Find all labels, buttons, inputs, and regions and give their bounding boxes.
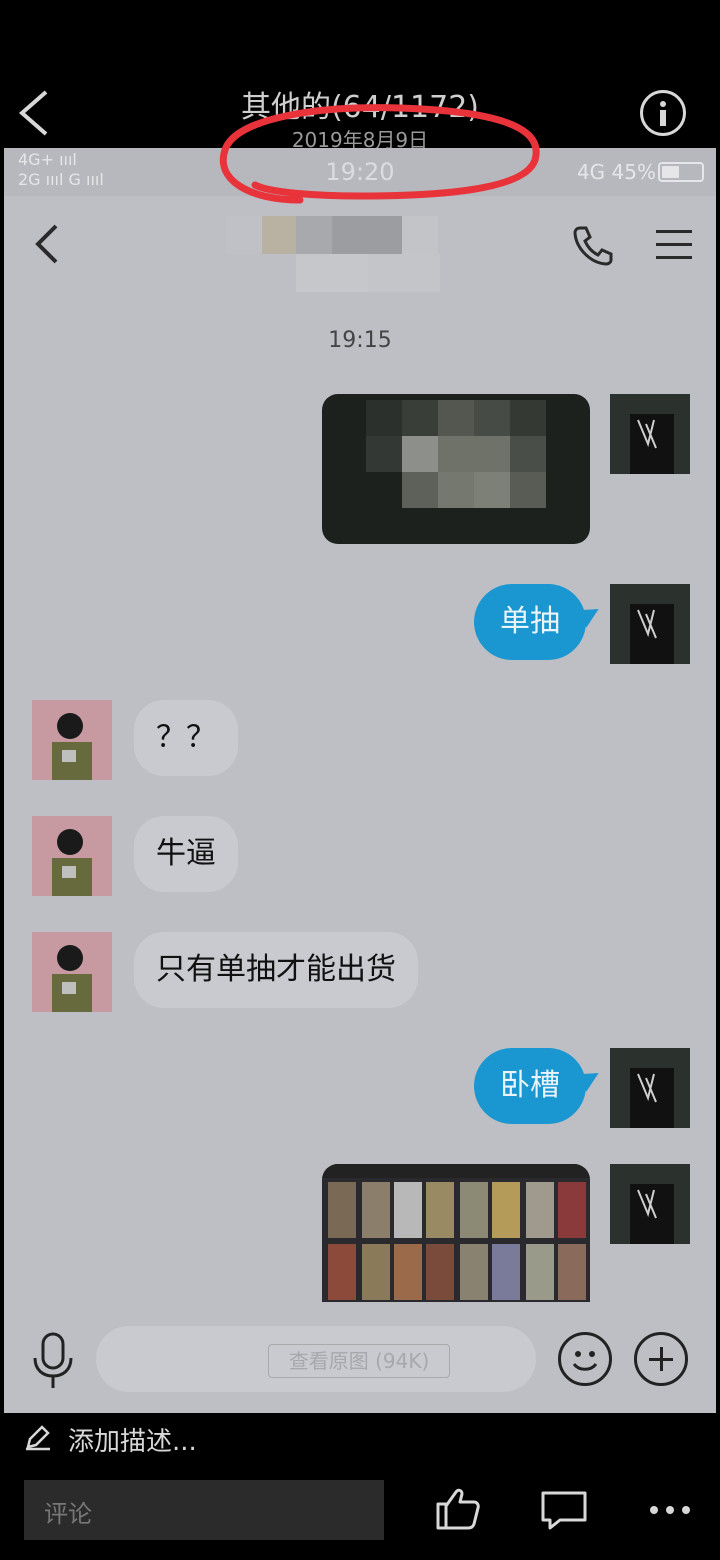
my-avatar[interactable] bbox=[610, 394, 690, 474]
description-row[interactable]: 添加描述... bbox=[0, 1413, 720, 1465]
my-avatar[interactable] bbox=[610, 1048, 690, 1128]
viewer-title: 其他的(64/1172) bbox=[240, 90, 480, 125]
chat-header bbox=[4, 196, 716, 296]
message-bubble-in[interactable]: ？？ bbox=[134, 700, 238, 776]
chat-time-divider: 19:15 bbox=[328, 328, 392, 353]
message-bubble-in[interactable]: 牛逼 bbox=[134, 816, 238, 892]
message-bubble-out[interactable]: 单抽 bbox=[474, 584, 586, 660]
emoji-icon[interactable] bbox=[558, 1332, 612, 1386]
view-original-button[interactable]: 查看原图 (94K) bbox=[268, 1344, 450, 1378]
comment-icon[interactable] bbox=[540, 1490, 588, 1530]
add-description-label: 添加描述... bbox=[68, 1427, 197, 1457]
microphone-icon[interactable] bbox=[30, 1332, 76, 1392]
add-icon[interactable] bbox=[634, 1332, 688, 1386]
my-avatar[interactable] bbox=[610, 584, 690, 664]
chat-back-icon[interactable] bbox=[32, 222, 62, 266]
contact-avatar[interactable] bbox=[32, 932, 112, 1012]
status-bar: 4G+ ıııl 2G ıııl G ıııl 19:20 4G 45% bbox=[4, 148, 716, 196]
pencil-icon bbox=[26, 1425, 50, 1451]
network-battery-text: 4G 45% bbox=[576, 160, 656, 184]
phone-icon[interactable] bbox=[572, 224, 614, 266]
image-message[interactable] bbox=[322, 394, 590, 544]
menu-icon[interactable] bbox=[656, 230, 692, 260]
image-message[interactable] bbox=[322, 1164, 590, 1302]
viewer-top-bar: 其他的(64/1172) 2019年8月9日 bbox=[0, 0, 720, 152]
contact-avatar[interactable] bbox=[32, 816, 112, 896]
my-avatar[interactable] bbox=[610, 1164, 690, 1244]
contact-name-blurred bbox=[226, 216, 442, 292]
contact-avatar[interactable] bbox=[32, 700, 112, 780]
more-icon[interactable] bbox=[650, 1506, 690, 1516]
comment-placeholder: 评论 bbox=[44, 1500, 92, 1528]
battery-icon bbox=[658, 162, 704, 182]
chat-input-bar: 查看原图 (94K) bbox=[4, 1308, 716, 1413]
comment-input[interactable]: 评论 bbox=[24, 1480, 384, 1540]
info-icon[interactable] bbox=[640, 90, 686, 136]
message-bubble-in[interactable]: 只有单抽才能出货 bbox=[134, 932, 418, 1008]
screenshot-image: 4G+ ıııl 2G ıııl G ıııl 19:20 4G 45% 19: bbox=[4, 148, 716, 1413]
message-bubble-out[interactable]: 卧槽 bbox=[474, 1048, 586, 1124]
thumbs-up-icon[interactable] bbox=[434, 1484, 482, 1532]
